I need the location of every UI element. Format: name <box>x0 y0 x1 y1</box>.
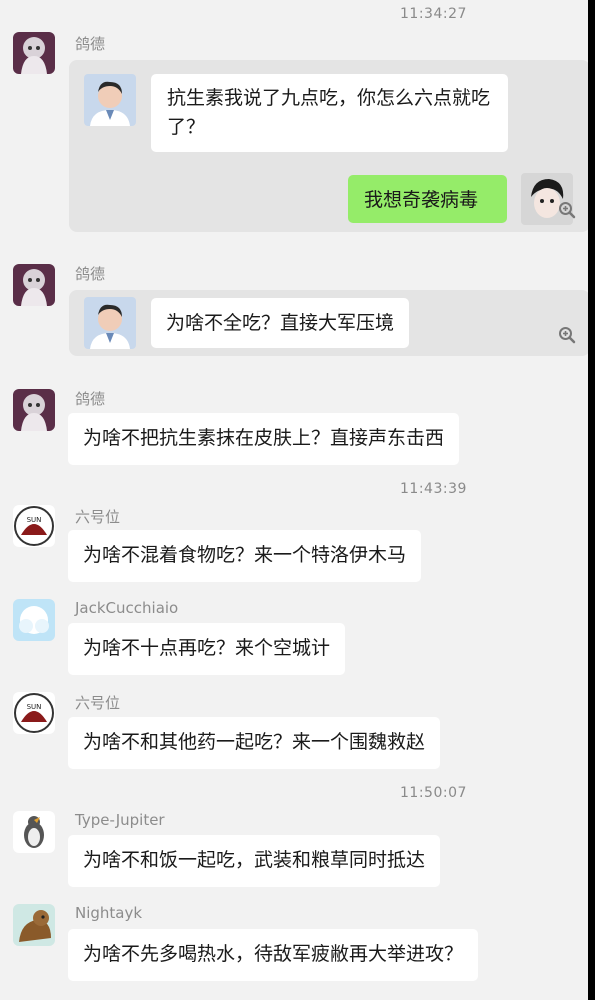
avatar-emblem[interactable]: SUN <box>13 692 55 734</box>
quoted-message-bubble: 为啥不全吃？直接大军压境 <box>151 298 410 348</box>
sender-name: 鸽德 <box>75 35 106 53</box>
message-bubble[interactable]: 为啥不和饭一起吃，武装和粮草同时抵达 <box>68 835 441 887</box>
forwarded-chat-card[interactable]: 抗生素我说了九点吃，你怎么六点就吃了？ 我想奇袭病毒 <box>69 60 590 232</box>
message-bubble[interactable]: 为啥不混着食物吃？来一个特洛伊木马 <box>68 530 422 582</box>
avatar-anime-girl[interactable] <box>13 264 55 306</box>
timestamp: 11:50:07 <box>400 785 467 801</box>
avatar-fox[interactable] <box>13 904 55 946</box>
avatar-doctor <box>84 297 136 349</box>
avatar-bird[interactable] <box>13 811 55 853</box>
avatar-doctor <box>84 74 136 126</box>
zoom-in-icon[interactable] <box>558 201 576 219</box>
avatar-anime-girl[interactable] <box>13 32 55 74</box>
timestamp: 11:43:39 <box>400 481 467 497</box>
quoted-message-bubble: 抗生素我说了九点吃，你怎么六点就吃了？ <box>151 74 508 152</box>
message-bubble[interactable]: 为啥不先多喝热水，待敌军疲敝再大举进攻？ <box>68 929 479 981</box>
zoom-in-icon[interactable] <box>558 326 576 344</box>
sender-name: Nightayk <box>75 904 143 922</box>
sender-name: 鸽德 <box>75 390 106 408</box>
svg-text:SUN: SUN <box>27 703 42 711</box>
sender-name: 六号位 <box>75 694 121 712</box>
message-bubble[interactable]: 为啥不把抗生素抹在皮肤上？直接声东击西 <box>68 413 460 465</box>
message-bubble[interactable]: 为啥不十点再吃？来个空城计 <box>68 623 346 675</box>
avatar-cloud[interactable] <box>13 599 55 641</box>
sender-name: 六号位 <box>75 508 121 526</box>
window-edge <box>588 0 595 1000</box>
avatar-anime-girl[interactable] <box>13 389 55 431</box>
svg-text:SUN: SUN <box>27 516 42 524</box>
forwarded-chat-card[interactable]: 为啥不全吃？直接大军压境 <box>69 290 590 356</box>
sender-name: 鸽德 <box>75 265 106 283</box>
reply-bubble: 我想奇袭病毒 <box>348 175 507 223</box>
avatar-emblem[interactable]: SUN <box>13 505 55 547</box>
sender-name: JackCucchiaio <box>75 599 179 617</box>
message-bubble[interactable]: 为啥不和其他药一起吃？来一个围魏救赵 <box>68 717 441 769</box>
sender-name: Type-Jupiter <box>75 811 165 829</box>
timestamp: 11:34:27 <box>400 6 467 22</box>
